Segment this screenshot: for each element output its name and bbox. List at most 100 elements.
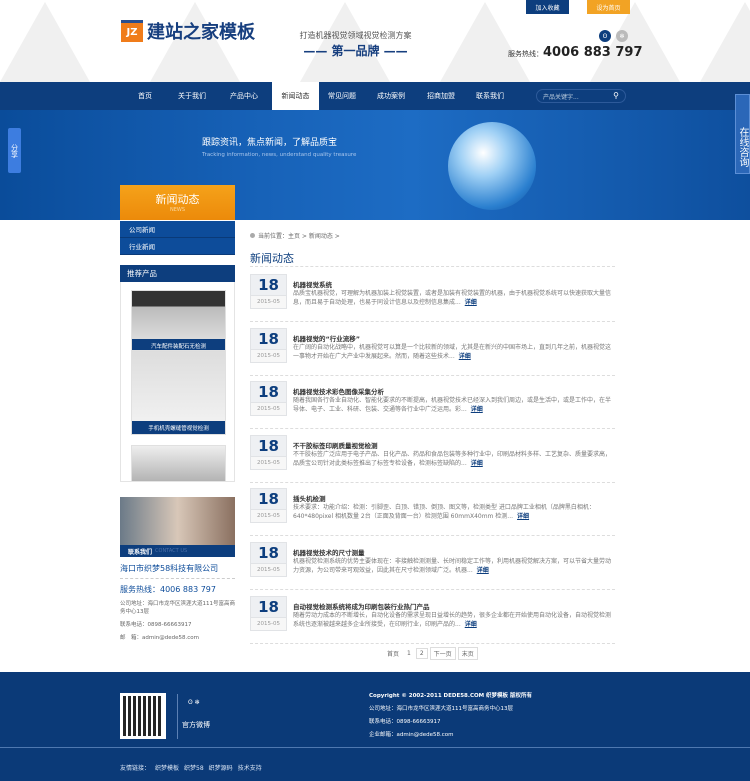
page-first[interactable]: 首页 (384, 648, 402, 659)
news-day: 18 (258, 276, 279, 294)
sidebar-item-company-news[interactable]: 公司新闻 (120, 221, 235, 238)
logo-badge: JZ (121, 20, 143, 42)
news-summary: 随着我国各行各业自动化、智能化要求的不断提高，机器视觉技术已经深入到我们周边，或… (293, 396, 615, 414)
news-more-link[interactable]: 详细 (465, 621, 477, 628)
news-item: 18 2015-05 自动视觉检测系统将成为印刷包装行业热门产品 随着劳动力成本… (250, 594, 615, 647)
share-tab[interactable]: 分享 (8, 128, 21, 173)
news-title[interactable]: 机器视觉技术彩色图像采集分析 (293, 386, 384, 396)
news-date: 18 2015-05 (250, 434, 287, 470)
news-title[interactable]: 插头机检测 (293, 493, 326, 503)
footer-phone: 联系电话：0898-66663917 (369, 719, 441, 725)
nav-news[interactable]: 新闻动态 (272, 82, 319, 110)
news-month: 2015-05 (251, 509, 286, 523)
news-title[interactable]: 机器视觉系统 (293, 279, 332, 289)
slogan-line2: —— 第一品牌 —— (303, 44, 408, 58)
friend-link[interactable]: 织梦58 (184, 763, 204, 772)
news-day: 18 (258, 544, 279, 562)
page-last[interactable]: 末页 (457, 647, 478, 660)
sidebar-categories: 公司新闻 行业新闻 (120, 221, 235, 255)
news-day: 18 (258, 329, 279, 348)
news-summary: 不干胶标签广泛应用于电子产品、日化产品、药品和食品包装等多种行业中，印刷品材料多… (293, 450, 615, 468)
footer-address: 公司地址：海口市龙华区滨涯大道111号富高商务中心13层 (369, 706, 513, 712)
sidebar-item-industry-news[interactable]: 行业新闻 (120, 238, 235, 255)
logo[interactable]: JZ 建站之家模板 (121, 18, 255, 44)
news-more-link[interactable]: 详细 (471, 406, 483, 413)
nav-home[interactable]: 首页 (125, 82, 165, 110)
news-item: 18 2015-05 机器视觉技术彩色图像采集分析 随着我国各行各业自动化、智能… (250, 379, 615, 432)
breadcrumb: 当前位置：主页 > 新闻动态 > (250, 231, 340, 240)
news-summary: 机器视觉检测系统的优势主要体现在：非接触检测测量、长时间稳定工作等，利用机器视觉… (293, 557, 615, 575)
weibo-icon[interactable]: ʘ (599, 30, 611, 42)
nav-cases[interactable]: 成功案例 (371, 82, 411, 110)
nav-franchise[interactable]: 招商加盟 (421, 82, 461, 110)
friend-link[interactable]: 技术支持 (238, 763, 262, 772)
divider (250, 428, 615, 430)
news-desc: 不干胶标签广泛应用于电子产品、日化产品、药品和食品包装等多种行业中，印刷品材料多… (293, 450, 612, 467)
recommend-products: 汽车配件装配石无检测 手机机壳螺缝管视觉检测 (120, 282, 235, 482)
contact-caption-en: CONTACT US (155, 548, 188, 554)
news-desc: 随着我国各行各业自动化、智能化要求的不断提高，机器视觉技术已经深入到我们周边，或… (293, 397, 612, 414)
page-next[interactable]: 下一页 (429, 647, 456, 660)
news-desc: 随着劳动力成本的不断增长，自动化设备的需求呈现日益增长的趋势，很多企业都在开始使… (293, 611, 612, 628)
sidebar-heading-title: 新闻动态 (155, 193, 200, 206)
online-consult-tab[interactable]: 在线咨询 (735, 94, 750, 174)
set-homepage-button[interactable]: 设为首页 (587, 0, 630, 14)
page-title: 新闻动态 (250, 252, 294, 265)
weixin-icon[interactable]: ✻ (616, 30, 628, 42)
news-desc: 技术要求：功能介绍：检测：引脚歪、白顶、错顶、倒顶、图文等，检测类型 进口品牌工… (293, 504, 595, 521)
news-date: 18 2015-05 (250, 381, 287, 417)
divider (250, 481, 615, 483)
sidebar-heading-en: NEWS (169, 207, 186, 213)
contact-hotline: 服务热线：4006 883 797 (120, 585, 216, 594)
friend-links: 友情链接： 织梦模板 织梦58 织梦源码 技术支持 (120, 763, 262, 772)
news-date: 18 2015-05 (250, 595, 287, 631)
sidebar-heading: 新闻动态 NEWS (120, 185, 235, 220)
product-card[interactable]: 汽车配件装配石无检测 (131, 290, 226, 353)
friend-link[interactable]: 织梦源码 (209, 763, 233, 772)
breadcrumb-text[interactable]: 当前位置：主页 > 新闻动态 > (258, 231, 340, 240)
recommend-heading: 推荐产品 (120, 265, 235, 282)
product-card[interactable]: 手机机壳螺缝管视觉检测 (131, 350, 226, 435)
news-more-link[interactable]: 详细 (471, 460, 483, 467)
news-date: 18 2015-05 (250, 488, 287, 524)
news-title[interactable]: 机器视觉技术的尺寸测量 (293, 547, 365, 557)
news-more-link[interactable]: 详细 (465, 299, 477, 306)
news-summary: 技术要求：功能介绍：检测：引脚歪、白顶、错顶、倒顶、图文等，检测类型 进口品牌工… (293, 503, 615, 521)
add-favorite-button[interactable]: 加入收藏 (526, 0, 569, 14)
footer-info: Copyright © 2002-2011 DEDE58.COM 织梦模板 版权… (369, 690, 532, 742)
news-more-link[interactable]: 详细 (477, 567, 489, 574)
contact-info: 海口市织梦58科技有限公司 服务热线：4006 883 797 公司地址：海口市… (120, 563, 235, 642)
banner: 跟踪资讯，焦点新闻，了解品质宝 Tracking information, ne… (0, 110, 750, 220)
news-title[interactable]: 不干胶标签印刷质量视觉检测 (293, 440, 378, 450)
news-month: 2015-05 (251, 616, 286, 630)
links-label: 友情链接： (120, 765, 151, 772)
product-card[interactable] (131, 445, 226, 481)
news-more-link[interactable]: 详细 (459, 353, 471, 360)
search-input[interactable]: 产品关键字... ⚲ (536, 89, 626, 103)
divider (250, 642, 615, 644)
footer: ʘ ✻ 官方微博 Copyright © 2002-2011 DEDE58.CO… (0, 672, 750, 781)
weibo-label[interactable]: 官方微博 (182, 720, 210, 730)
divider (0, 747, 750, 748)
footer-email: 企业邮箱：admin@dede58.com (369, 732, 454, 738)
news-month: 2015-05 (251, 295, 286, 308)
news-title[interactable]: 机器视觉的“行业流移” (293, 333, 360, 343)
search-icon[interactable]: ⚲ (613, 91, 619, 100)
news-more-link[interactable]: 详细 (517, 513, 529, 520)
footer-social-icons[interactable]: ʘ ✻ (188, 699, 200, 706)
nav-products[interactable]: 产品中心 (224, 82, 264, 110)
page-1[interactable]: 1 (404, 649, 414, 658)
news-desc: 品质宝机器视觉，可理解为机器加装上视觉装置，或者是加装有视觉装置的机器，由于机器… (293, 290, 612, 306)
main-nav: 首页 关于我们 产品中心 新闻动态 常见问题 成功案例 招商加盟 联系我们 产品… (0, 82, 750, 110)
friend-link[interactable]: 织梦模板 (155, 763, 179, 772)
logo-text: 建站之家模板 (147, 22, 255, 43)
divider (250, 589, 615, 590)
nav-contact[interactable]: 联系我们 (470, 82, 510, 110)
page-2[interactable]: 2 (415, 648, 428, 659)
news-month: 2015-05 (251, 348, 286, 362)
contact-image: 联系我们 CONTACT US (120, 497, 235, 557)
news-title[interactable]: 自动视觉检测系统将成为印刷包装行业热门产品 (293, 601, 430, 611)
nav-faq[interactable]: 常见问题 (322, 82, 362, 110)
news-date: 18 2015-05 (250, 274, 287, 309)
nav-about[interactable]: 关于我们 (172, 82, 212, 110)
